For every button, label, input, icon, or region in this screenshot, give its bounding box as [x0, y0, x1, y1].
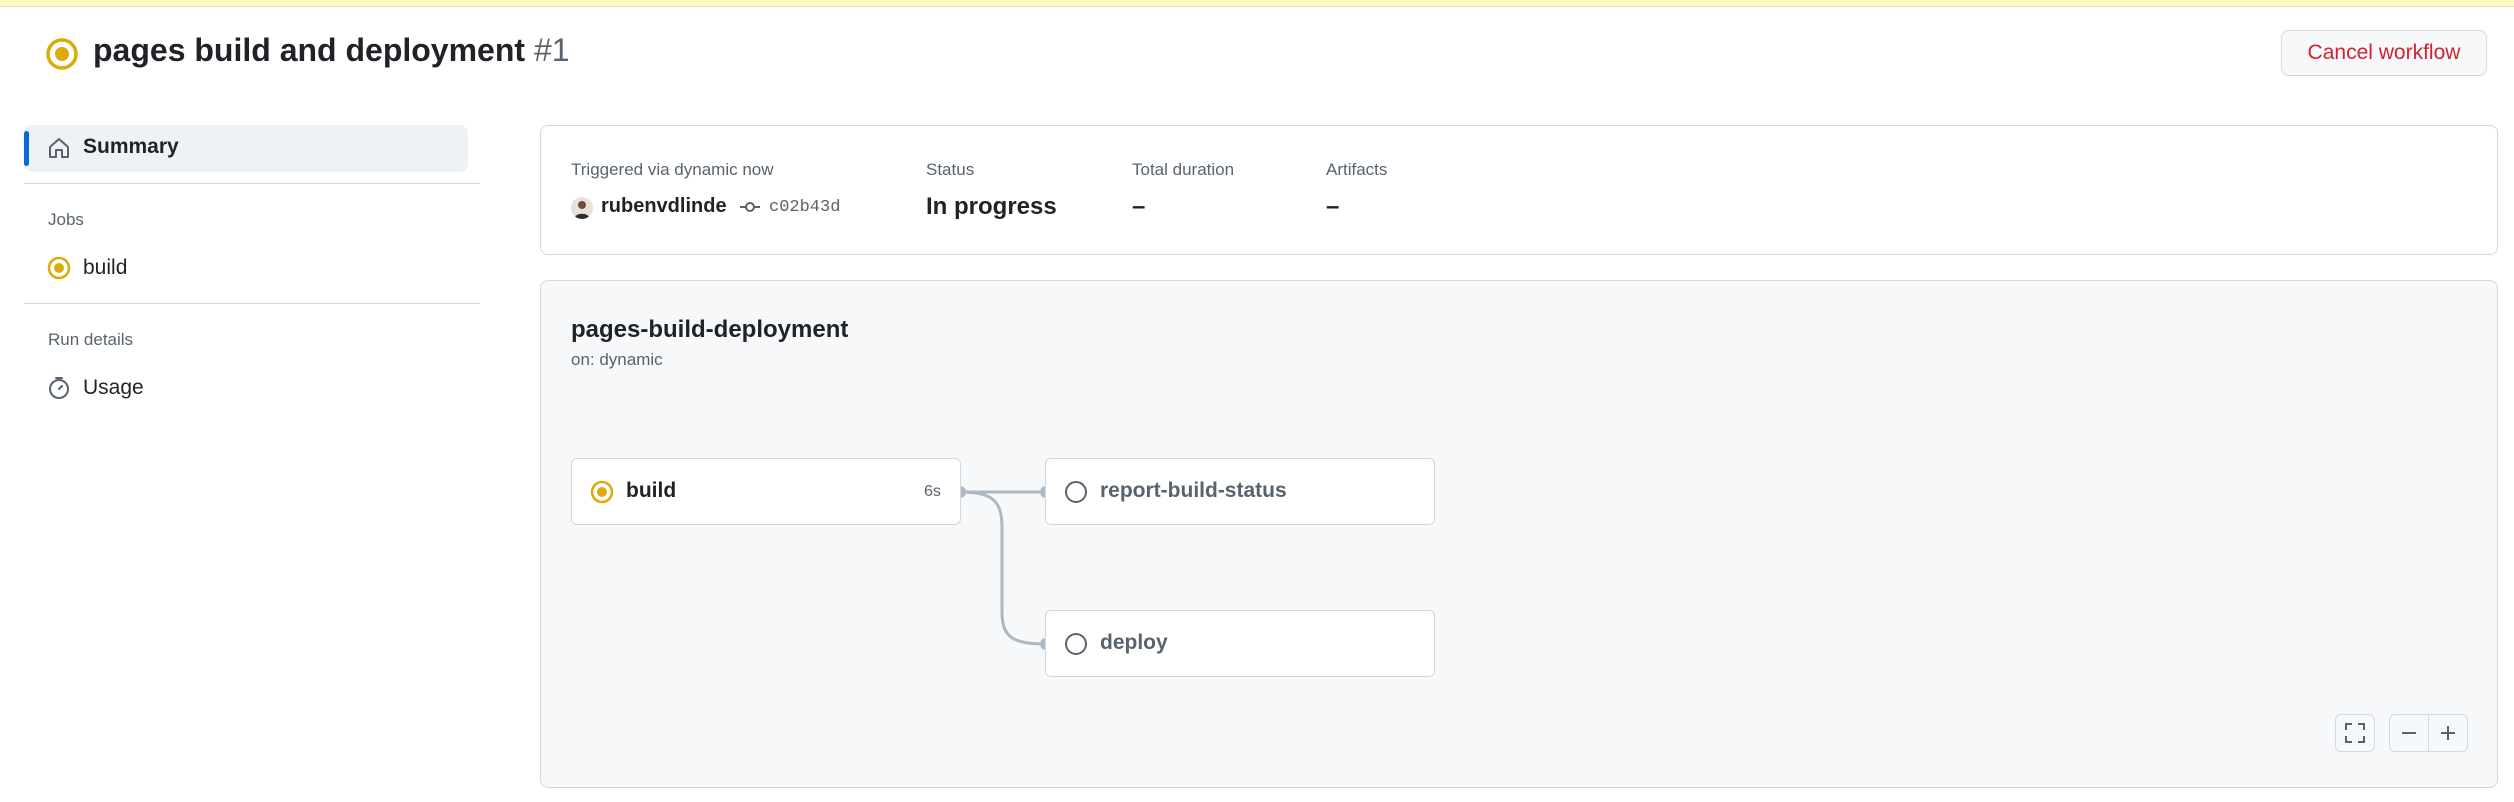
- sidebar-summary-label: Summary: [83, 135, 179, 158]
- status-label: Status: [926, 160, 975, 179]
- actor-link[interactable]: rubenvdlinde: [601, 195, 727, 218]
- page-title: pages build and deployment #1: [93, 32, 570, 69]
- run-number: #1: [533, 32, 570, 68]
- run-summary-card: [540, 125, 2498, 255]
- git-commit-icon: [740, 202, 760, 212]
- trigger-label: Triggered via dynamic now: [571, 160, 774, 179]
- duration-label: Total duration: [1132, 160, 1235, 179]
- stopwatch-icon: [49, 377, 69, 399]
- workflow-trigger: on: dynamic: [571, 350, 663, 369]
- job-duration: 6s: [924, 483, 941, 500]
- in-progress-icon: [47, 256, 71, 280]
- commit-sha-link[interactable]: c02b43d: [769, 198, 840, 217]
- zoom-in-icon: [2441, 726, 2455, 740]
- artifacts-value: –: [1326, 193, 1340, 220]
- sidebar-run-details-heading: Run details: [48, 330, 134, 349]
- sidebar-divider: [24, 303, 480, 304]
- sidebar-usage-label: Usage: [83, 376, 144, 399]
- workflow-graph-panel: [540, 280, 2498, 788]
- status-value: In progress: [926, 193, 1057, 220]
- fullscreen-icon: [2345, 723, 2365, 743]
- job-name: build: [626, 479, 677, 502]
- queued-icon: [1065, 481, 1087, 503]
- job-name: report-build-status: [1100, 479, 1287, 502]
- queued-icon: [1065, 633, 1087, 655]
- sidebar-job-label: build: [83, 256, 128, 279]
- workflow-name: pages-build-deployment: [571, 316, 849, 343]
- home-icon: [49, 138, 69, 158]
- cancel-workflow-button[interactable]: Cancel workflow: [2281, 30, 2487, 76]
- sidebar-divider: [24, 183, 480, 184]
- top-banner-strip: [0, 0, 2514, 7]
- duration-value: –: [1132, 193, 1146, 220]
- sidebar-jobs-heading: Jobs: [48, 210, 84, 229]
- in-progress-icon: [46, 38, 78, 70]
- zoom-in-button[interactable]: [2428, 714, 2468, 752]
- artifacts-label: Artifacts: [1326, 160, 1388, 179]
- avatar-image: [574, 201, 590, 219]
- zoom-out-icon: [2402, 732, 2416, 734]
- zoom-out-button[interactable]: [2389, 714, 2429, 752]
- fullscreen-button[interactable]: [2335, 714, 2375, 752]
- active-indicator: [24, 131, 29, 166]
- workflow-title: pages build and deployment: [93, 32, 526, 68]
- in-progress-icon: [590, 480, 614, 504]
- job-name: deploy: [1100, 631, 1168, 654]
- avatar[interactable]: [571, 197, 593, 219]
